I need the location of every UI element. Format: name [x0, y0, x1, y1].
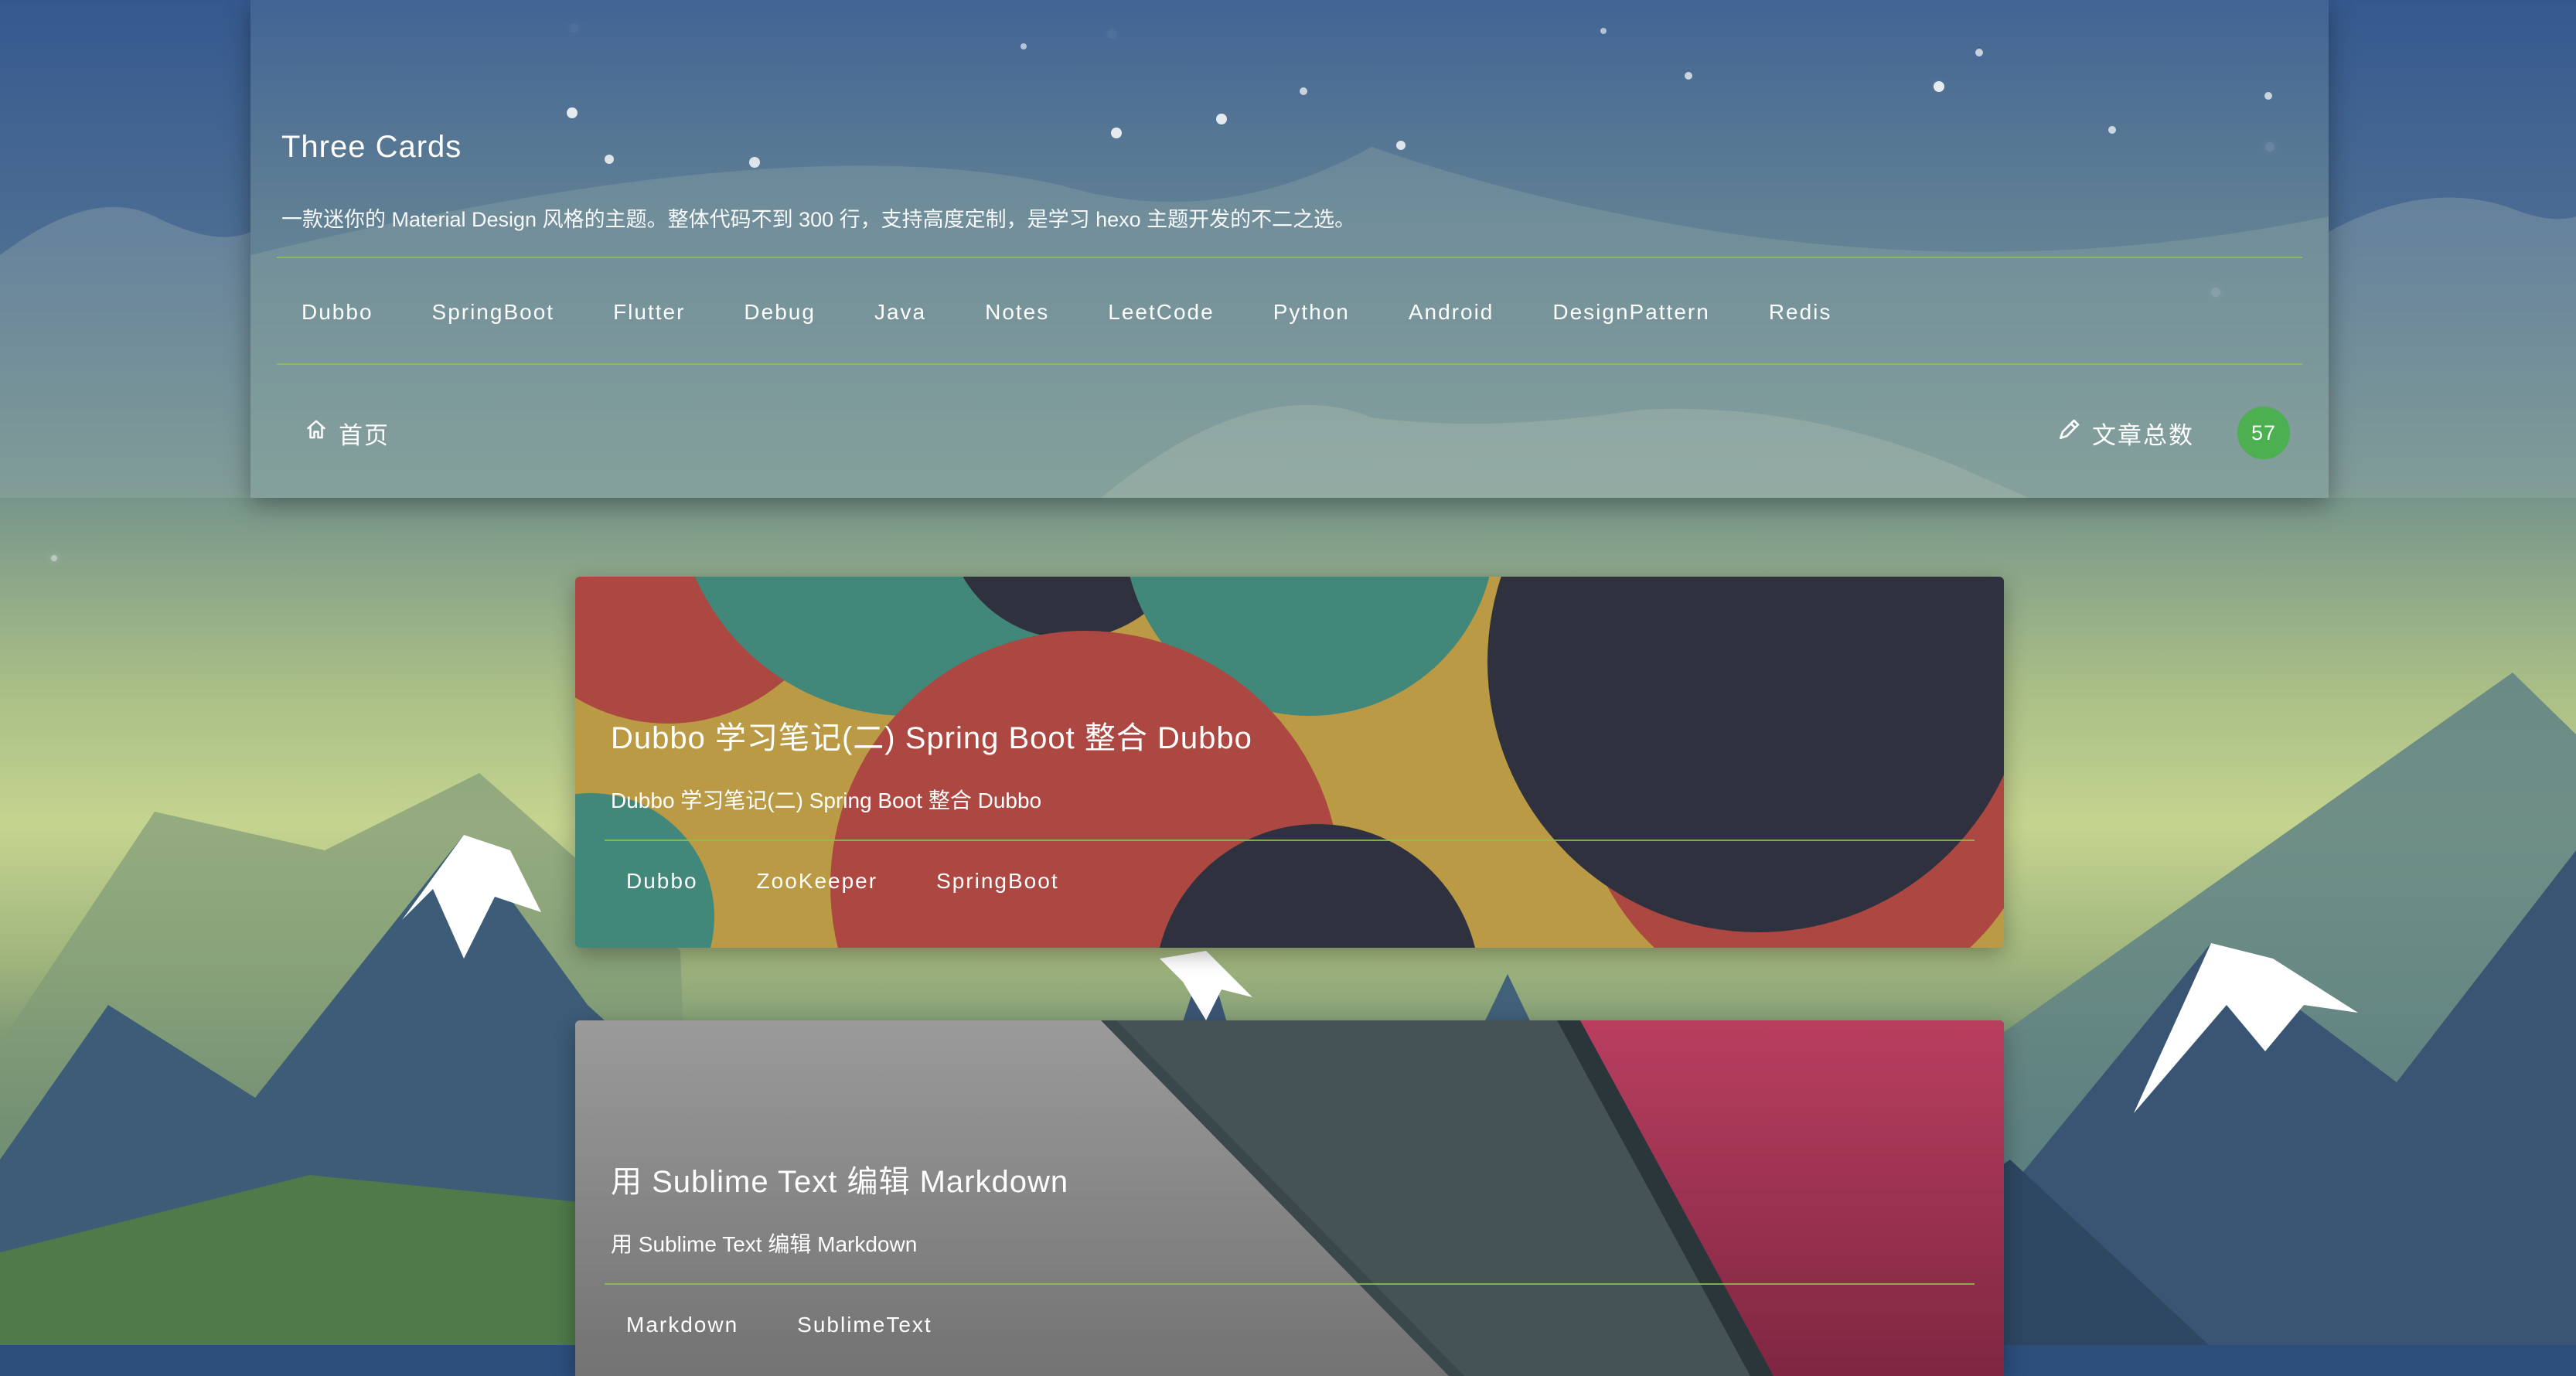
- post-tags: Markdown SublimeText: [575, 1302, 962, 1348]
- nav-home-label: 首页: [339, 421, 390, 449]
- tag-bar: Dubbo SpringBoot Flutter Debug Java Note…: [250, 288, 1861, 337]
- divider-line: [605, 840, 1975, 841]
- tag-link[interactable]: Dubbo: [575, 857, 727, 906]
- home-icon: [305, 418, 328, 448]
- post-title[interactable]: Dubbo 学习笔记(二) Spring Boot 整合 Dubbo: [611, 713, 1252, 758]
- site-header-card: Three Cards 一款迷你的 Material Design 风格的主题。…: [250, 0, 2329, 498]
- edit-icon: [2056, 417, 2081, 448]
- tag-link[interactable]: Notes: [956, 288, 1078, 337]
- divider-line: [277, 363, 2302, 365]
- post-count-label: 文章总数: [2092, 421, 2194, 449]
- post-title[interactable]: 用 Sublime Text 编辑 Markdown: [611, 1156, 1068, 1201]
- tag-link[interactable]: Markdown: [575, 1300, 768, 1350]
- divider-line: [605, 1283, 1975, 1285]
- post-subtitle: Dubbo 学习笔记(二) Spring Boot 整合 Dubbo: [611, 788, 1042, 812]
- star: [51, 555, 57, 561]
- post-subtitle: 用 Sublime Text 编辑 Markdown: [611, 1232, 918, 1256]
- nav-home-link[interactable]: 首页: [305, 410, 390, 456]
- header-background: [250, 0, 2329, 498]
- post-tags: Dubbo ZooKeeper SpringBoot: [575, 858, 1089, 904]
- post-count-area: 文章总数 57: [2056, 407, 2290, 459]
- post-card[interactable]: Dubbo 学习笔记(二) Spring Boot 整合 Dubbo Dubbo…: [575, 577, 2004, 948]
- tag-link[interactable]: LeetCode: [1078, 288, 1243, 337]
- tag-link[interactable]: SublimeText: [768, 1300, 962, 1350]
- site-description: 一款迷你的 Material Design 风格的主题。整体代码不到 300 行…: [281, 208, 1356, 231]
- tag-link[interactable]: Android: [1379, 288, 1524, 337]
- tag-link[interactable]: Flutter: [584, 288, 714, 337]
- tag-link[interactable]: ZooKeeper: [727, 857, 908, 906]
- tag-link[interactable]: SpringBoot: [403, 288, 584, 337]
- tag-link[interactable]: SpringBoot: [907, 857, 1089, 906]
- post-count-badge: 57: [2237, 407, 2290, 459]
- tag-link[interactable]: DesignPattern: [1523, 288, 1739, 337]
- tag-link[interactable]: Dubbo: [250, 288, 403, 337]
- tag-link[interactable]: Debug: [714, 288, 845, 337]
- tag-link[interactable]: Java: [845, 288, 956, 337]
- post-card[interactable]: 用 Sublime Text 编辑 Markdown 用 Sublime Tex…: [575, 1020, 2004, 1376]
- divider-line: [277, 257, 2302, 258]
- tag-link[interactable]: Redis: [1739, 288, 1862, 337]
- site-title[interactable]: Three Cards: [281, 130, 462, 165]
- tag-link[interactable]: Python: [1244, 288, 1379, 337]
